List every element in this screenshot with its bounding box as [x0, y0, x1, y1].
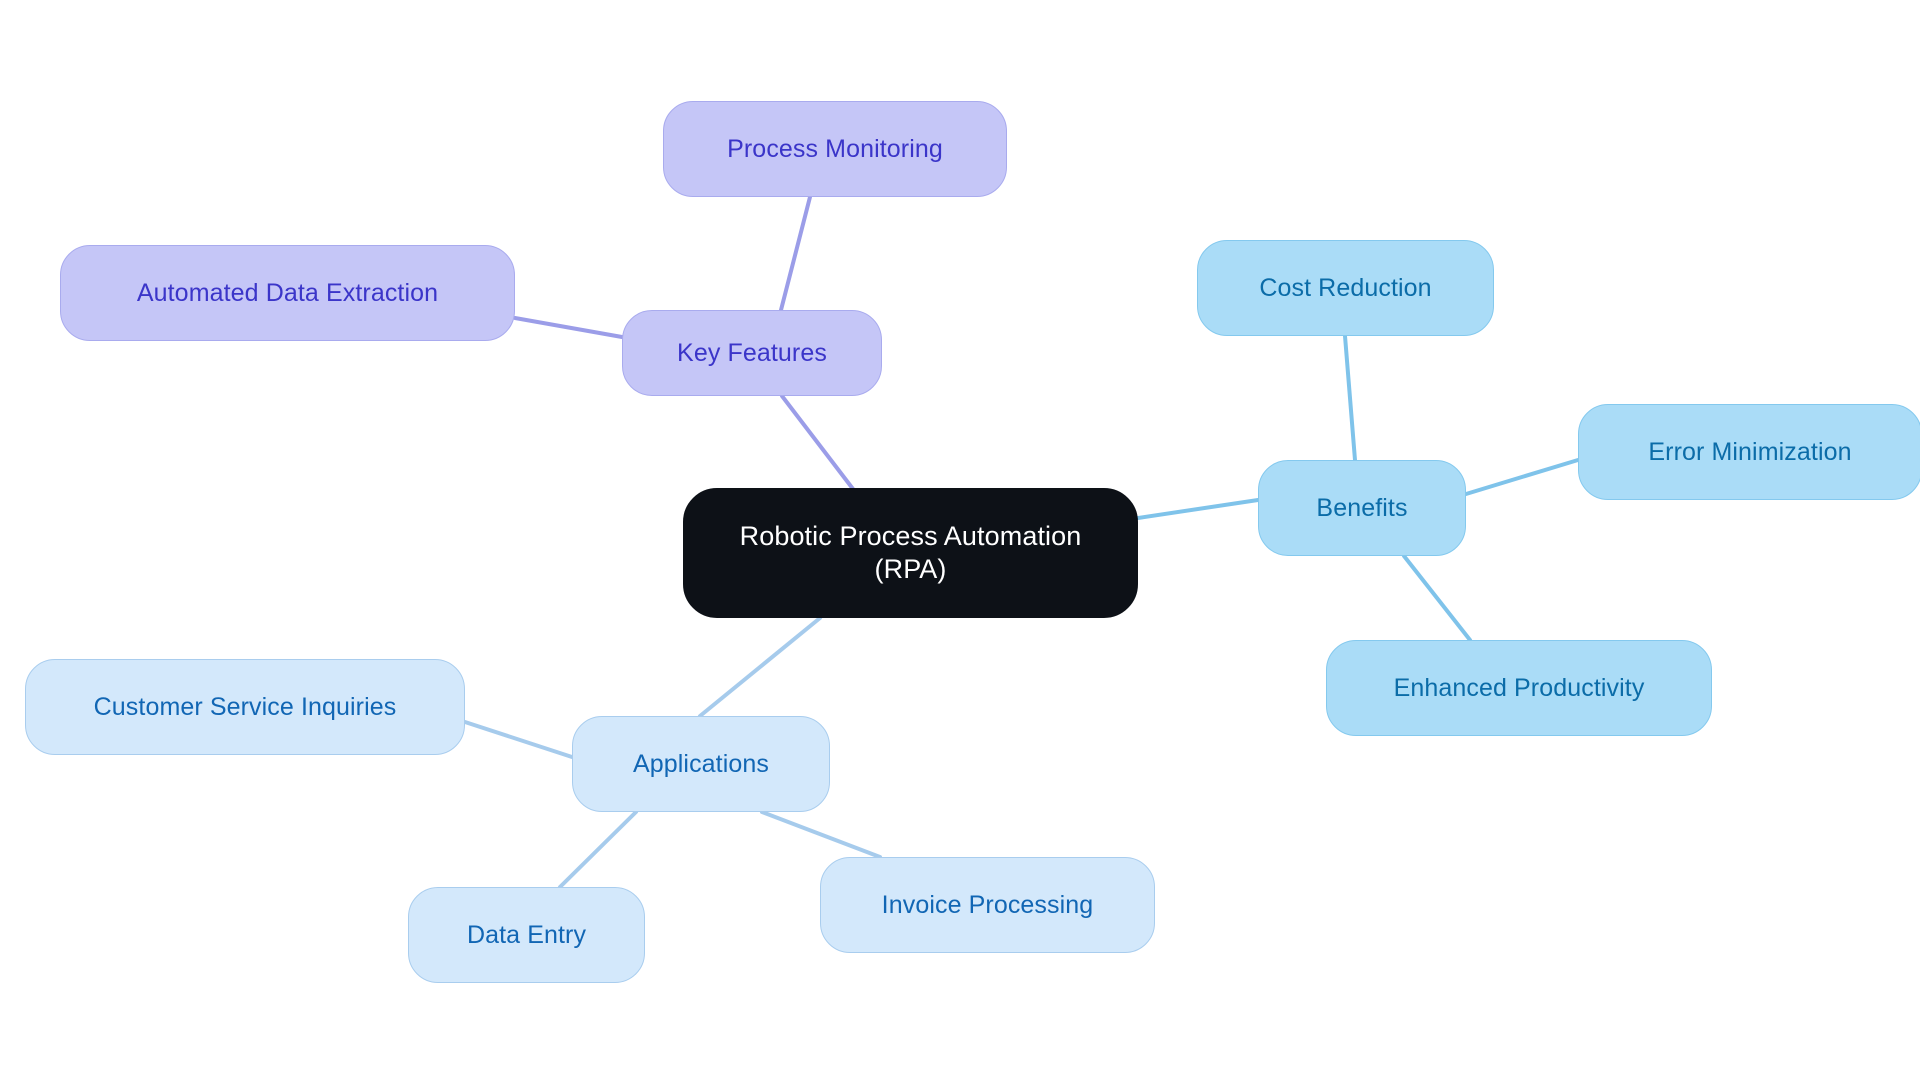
edge-root-to-key-features	[780, 394, 855, 491]
mindmap-leaf-process-monitoring[interactable]: Process Monitoring	[663, 101, 1007, 197]
mindmap-leaf-customer-service-inquiries[interactable]: Customer Service Inquiries	[25, 659, 465, 755]
edge-benefits-to-cost-reduction	[1343, 334, 1357, 462]
edge-key-features-to-automated-data-extraction	[513, 316, 624, 339]
edge-applications-to-invoice-processing	[760, 810, 882, 859]
edge-root-to-benefits	[1136, 498, 1260, 520]
edge-benefits-to-error-minimization	[1464, 458, 1580, 496]
mindmap-branch-key-features[interactable]: Key Features	[622, 310, 882, 396]
mindmap-leaf-automated-data-extraction[interactable]: Automated Data Extraction	[60, 245, 515, 341]
mindmap-branch-applications[interactable]: Applications	[572, 716, 830, 812]
mindmap-canvas: Robotic Process Automation (RPA) Key Feat…	[0, 0, 1920, 1083]
edge-applications-to-data-entry	[558, 810, 638, 889]
mindmap-leaf-invoice-processing[interactable]: Invoice Processing	[820, 857, 1155, 953]
edge-key-features-to-process-monitoring	[779, 195, 812, 312]
mindmap-branch-benefits[interactable]: Benefits	[1258, 460, 1466, 556]
mindmap-leaf-error-minimization[interactable]: Error Minimization	[1578, 404, 1920, 500]
mindmap-root-node[interactable]: Robotic Process Automation (RPA)	[683, 488, 1138, 618]
edge-benefits-to-enhanced-productivity	[1402, 554, 1472, 642]
edge-root-to-applications	[698, 616, 822, 718]
mindmap-leaf-data-entry[interactable]: Data Entry	[408, 887, 645, 983]
mindmap-leaf-cost-reduction[interactable]: Cost Reduction	[1197, 240, 1494, 336]
edge-applications-to-customer-service-inquiries	[463, 720, 574, 759]
mindmap-leaf-enhanced-productivity[interactable]: Enhanced Productivity	[1326, 640, 1712, 736]
